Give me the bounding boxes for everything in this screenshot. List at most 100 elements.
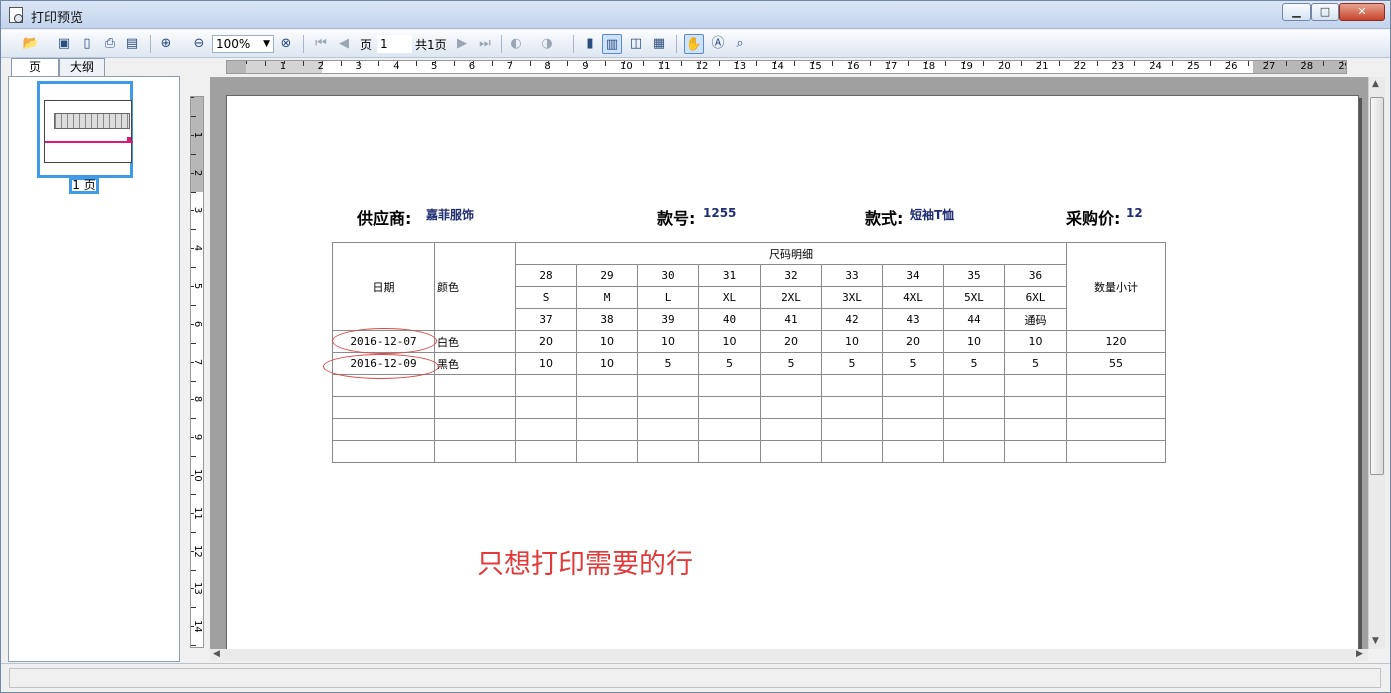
ruler-tick xyxy=(1172,61,1174,66)
quantity-cell: 5 xyxy=(637,352,699,375)
empty-cell xyxy=(515,440,577,463)
scroll-right-icon[interactable]: ▶ xyxy=(1356,649,1363,659)
ruler-tick xyxy=(435,61,436,64)
text-select-icon[interactable]: Ⓐ xyxy=(708,34,728,54)
ruler-tick xyxy=(472,61,474,64)
size-header-cell: 31 xyxy=(698,264,761,287)
empty-cell xyxy=(882,374,944,397)
multi-page-icon[interactable]: ▦ xyxy=(649,34,669,54)
quantity-cell: 10 xyxy=(943,330,1005,353)
size-detail-table: 日期 颜色 尺码明细 数量小计 28 29 30 31 32 33 34 35 36 S M L XL 2… xyxy=(332,242,1166,463)
ruler-tick xyxy=(491,61,493,66)
print-icon[interactable]: ⎙ xyxy=(100,34,120,54)
empty-cell xyxy=(637,440,699,463)
ruler-tick xyxy=(775,61,777,64)
ruler-tick xyxy=(737,61,739,64)
ruler-tick xyxy=(191,437,194,439)
page-thumbnail[interactable] xyxy=(37,81,133,178)
zoom-out-icon[interactable]: ⊖ xyxy=(189,34,209,54)
preview-canvas[interactable]: 供应商: 嘉菲服饰 款号: 1255 款式: 短袖T恤 采购价: 12 日期 颜… xyxy=(210,77,1368,655)
ruler-tick xyxy=(888,61,890,64)
scroll-left-icon[interactable]: ◀ xyxy=(213,649,220,659)
find-icon[interactable]: ⌕ xyxy=(730,34,750,54)
empty-row xyxy=(332,396,1166,419)
empty-cell xyxy=(882,396,944,419)
open-folder-icon[interactable]: 📂 xyxy=(21,34,41,54)
ruler-label: 20 xyxy=(998,61,1011,72)
tab-pages[interactable]: 页 xyxy=(11,58,59,76)
ruler-tick xyxy=(1039,61,1041,64)
hand-tool-icon[interactable]: ✋ xyxy=(684,34,704,54)
ruler-label: 26 xyxy=(1224,61,1238,72)
ruler-tick xyxy=(624,61,625,64)
ruler-tick xyxy=(191,248,194,250)
horizontal-scrollbar[interactable]: ◀ ▶ xyxy=(210,649,1368,661)
empty-cell xyxy=(576,374,638,397)
empty-cell xyxy=(760,374,822,397)
ruler-tick xyxy=(191,115,196,117)
quantity-cell: 5 xyxy=(943,352,1005,375)
maximize-button[interactable]: □ xyxy=(1311,3,1339,21)
empty-cell xyxy=(515,418,577,441)
ruler-label: 22 xyxy=(1073,61,1087,72)
ruler-tick xyxy=(850,61,852,64)
quantity-cell: 5 xyxy=(882,352,944,375)
vertical-scrollbar[interactable]: ▲ ▼ xyxy=(1368,77,1385,649)
first-page-icon[interactable]: ⏮ xyxy=(311,34,331,54)
scroll-down-icon[interactable]: ▼ xyxy=(1372,636,1379,646)
single-page-icon[interactable]: ▮ xyxy=(580,34,600,54)
title-bar: 打印预览 ▁ □ ✕ xyxy=(1,1,1390,29)
size-header-cell: 30 xyxy=(637,264,699,287)
ruler-label: 15 xyxy=(809,61,822,72)
tab-outline[interactable]: 大纲 xyxy=(59,58,105,76)
thumbnail-table xyxy=(54,113,130,129)
empty-cell xyxy=(637,396,699,419)
ruler-margin xyxy=(227,61,246,73)
minimize-button[interactable]: ▁ xyxy=(1282,3,1311,21)
ruler-tick xyxy=(1058,61,1060,66)
ruler-tick xyxy=(907,61,909,66)
zoom-select[interactable]: 100% ▼ xyxy=(212,35,274,53)
next-page-icon[interactable]: ▶ xyxy=(452,34,472,54)
export-icon[interactable]: ▤ xyxy=(122,34,142,54)
close-button[interactable]: ✕ xyxy=(1339,3,1385,21)
horizontal-ruler: 1 2 3 4 5 6 7 8 9 10 11 12 13 14 15 16 17 18 19 20 21 22 23 24 2… xyxy=(226,60,1347,74)
scrollbar-thumb[interactable] xyxy=(1370,97,1384,475)
empty-cell xyxy=(434,374,516,397)
back-icon[interactable]: ◐ xyxy=(506,34,526,54)
empty-cell xyxy=(1004,440,1067,463)
ruler-tick xyxy=(191,607,196,609)
size-header-cell: 5XL xyxy=(943,286,1005,309)
size-header-cell: 40 xyxy=(698,308,761,331)
zoom-in-icon[interactable]: ⊕ xyxy=(156,34,176,54)
empty-cell xyxy=(1066,374,1166,397)
thumbnail-marker-line xyxy=(45,141,133,143)
last-page-icon[interactable]: ⏭ xyxy=(475,34,495,54)
size-header-cell: 42 xyxy=(821,308,883,331)
scroll-up-icon[interactable]: ▲ xyxy=(1372,79,1379,89)
size-header-cell: L xyxy=(637,286,699,309)
empty-cell xyxy=(760,440,822,463)
save-icon[interactable]: ▣ xyxy=(54,34,74,54)
page-width-icon[interactable]: ▥ xyxy=(602,34,622,54)
empty-cell xyxy=(332,396,435,419)
ruler-tick xyxy=(1247,61,1249,66)
quantity-cell: 10 xyxy=(576,352,638,375)
two-page-icon[interactable]: ◫ xyxy=(626,34,646,54)
size-header-cell: 3XL xyxy=(821,286,883,309)
previous-page-icon[interactable]: ◀ xyxy=(334,34,354,54)
size-header-cell: 39 xyxy=(637,308,699,331)
ruler-tick xyxy=(246,61,247,64)
ruler-tick xyxy=(586,61,588,64)
page-setup-icon[interactable]: ▯ xyxy=(77,34,97,54)
empty-cell xyxy=(1066,396,1166,419)
ruler-tick xyxy=(416,61,418,66)
size-header-cell: 37 xyxy=(515,308,577,331)
ruler-tick xyxy=(302,61,304,66)
page-number-input[interactable]: 1 xyxy=(377,35,412,53)
zoom-reset-icon[interactable]: ⊗ xyxy=(276,34,296,54)
quantity-cell: 20 xyxy=(760,330,822,353)
ruler-tick xyxy=(191,626,194,628)
toolbar-separator xyxy=(501,35,502,53)
forward-icon[interactable]: ◑ xyxy=(537,34,557,54)
